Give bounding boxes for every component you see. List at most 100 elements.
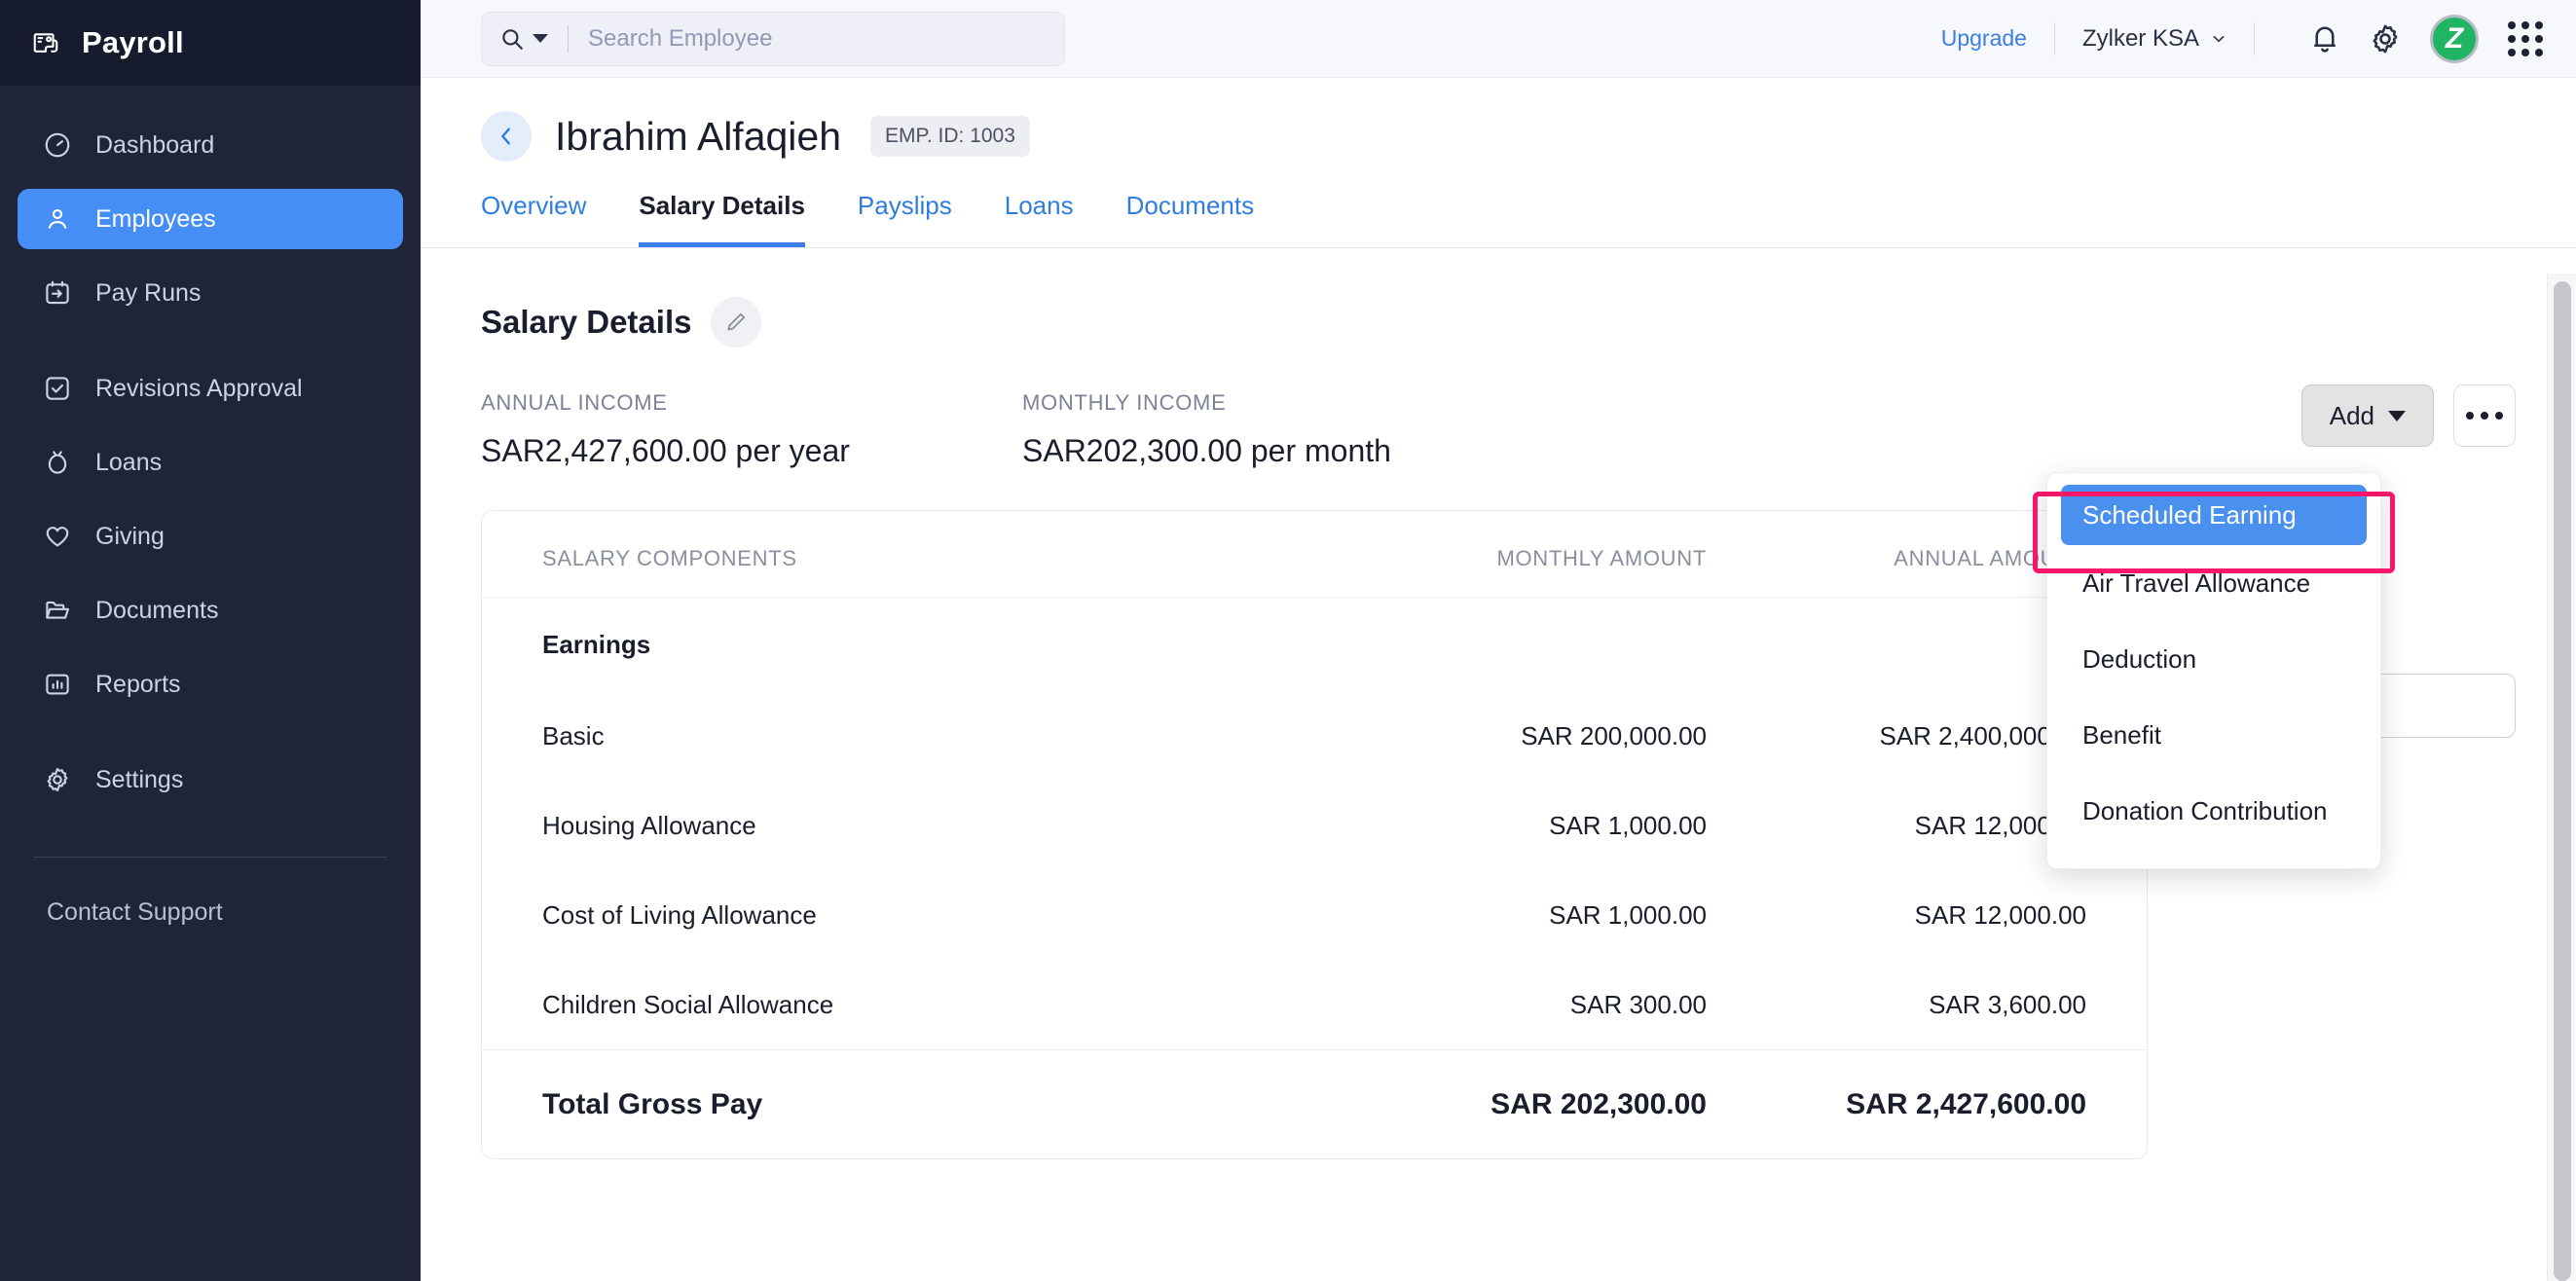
gear-icon[interactable] bbox=[2368, 21, 2403, 56]
annual-income-value: SAR2,427,600.00 per year bbox=[481, 433, 1022, 469]
apps-grid-icon[interactable] bbox=[2508, 21, 2543, 56]
sidebar-brand[interactable]: Payroll bbox=[0, 0, 421, 86]
sidebar-item-loans[interactable]: Loans bbox=[18, 432, 403, 493]
sidebar-spacer bbox=[0, 337, 421, 358]
sidebar-item-settings[interactable]: Settings bbox=[18, 750, 403, 810]
back-button[interactable] bbox=[481, 111, 532, 162]
heart-icon bbox=[41, 520, 74, 553]
sidebar-item-label: Reports bbox=[95, 671, 181, 699]
ellipsis-icon bbox=[2466, 412, 2474, 420]
sidebar-item-label: Dashboard bbox=[95, 131, 214, 160]
caret-down-icon bbox=[2388, 411, 2406, 421]
monthly-income-label: MONTHLY INCOME bbox=[1022, 390, 1391, 416]
income-summary: ANNUAL INCOME SAR2,427,600.00 per year M… bbox=[481, 390, 2516, 469]
row-monthly: SAR 1,000.00 bbox=[1327, 900, 1707, 931]
scrollbar-thumb[interactable] bbox=[2554, 281, 2571, 1281]
sidebar-item-employees[interactable]: Employees bbox=[18, 189, 403, 249]
sidebar: Payroll Dashboard Employees Pay Runs bbox=[0, 0, 421, 1281]
sidebar-item-giving[interactable]: Giving bbox=[18, 506, 403, 567]
content-area: Salary Details ANNUAL INCOME SAR2,427,60… bbox=[421, 248, 2576, 1281]
row-annual: SAR 3,600.00 bbox=[1707, 990, 2086, 1020]
menu-item-air-travel-allowance[interactable]: Air Travel Allowance bbox=[2047, 545, 2380, 621]
sidebar-item-reports[interactable]: Reports bbox=[18, 654, 403, 714]
app-root: Payroll Dashboard Employees Pay Runs bbox=[0, 0, 2576, 1281]
page-actions: Add bbox=[2301, 384, 2516, 447]
tab-bar: Overview Salary Details Payslips Loans D… bbox=[481, 191, 2516, 247]
row-component: Basic bbox=[542, 721, 1327, 751]
calendar-arrow-icon bbox=[41, 276, 74, 310]
search-input[interactable]: Search Employee bbox=[481, 12, 1065, 66]
menu-item-donation-contribution[interactable]: Donation Contribution bbox=[2047, 773, 2380, 849]
salary-components-table: SALARY COMPONENTS MONTHLY AMOUNT ANNUAL … bbox=[481, 510, 2148, 1159]
table-row[interactable]: Children Social Allowance SAR 300.00 SAR… bbox=[482, 960, 2147, 1049]
monthly-income-block: MONTHLY INCOME SAR202,300.00 per month bbox=[1022, 390, 1391, 469]
avatar[interactable]: Z bbox=[2430, 15, 2479, 63]
topbar-divider-2 bbox=[2254, 22, 2255, 55]
bell-icon[interactable] bbox=[2307, 21, 2342, 56]
section-title: Salary Details bbox=[481, 304, 691, 341]
sidebar-item-dashboard[interactable]: Dashboard bbox=[18, 115, 403, 175]
annual-income-block: ANNUAL INCOME SAR2,427,600.00 per year bbox=[481, 390, 1022, 469]
row-annual: SAR 2,400,000.00 bbox=[1707, 721, 2086, 751]
folder-icon bbox=[41, 594, 74, 627]
tab-loans[interactable]: Loans bbox=[1005, 191, 1074, 247]
pencil-icon bbox=[723, 310, 749, 335]
contact-support-link[interactable]: Contact Support bbox=[0, 858, 421, 927]
search-divider bbox=[568, 25, 569, 53]
section-header: Salary Details bbox=[481, 297, 2516, 348]
org-name-label: Zylker KSA bbox=[2082, 25, 2199, 53]
chevron-left-icon bbox=[496, 126, 517, 147]
payroll-card-icon bbox=[29, 26, 62, 59]
tab-payslips[interactable]: Payslips bbox=[858, 191, 952, 247]
gear-icon bbox=[41, 763, 74, 796]
user-icon bbox=[41, 202, 74, 236]
sidebar-item-documents[interactable]: Documents bbox=[18, 580, 403, 640]
org-switcher[interactable]: Zylker KSA bbox=[2082, 25, 2226, 53]
sidebar-item-pay-runs[interactable]: Pay Runs bbox=[18, 263, 403, 323]
page-title: Ibrahim Alfaqieh bbox=[555, 114, 841, 160]
topbar-divider-1 bbox=[2054, 22, 2055, 55]
gauge-icon bbox=[41, 128, 74, 162]
monthly-income-value: SAR202,300.00 per month bbox=[1022, 433, 1391, 469]
sidebar-item-label: Pay Runs bbox=[95, 279, 201, 308]
table-row[interactable]: Cost of Living Allowance SAR 1,000.00 SA… bbox=[482, 870, 2147, 960]
sidebar-item-label: Giving bbox=[95, 523, 165, 551]
check-square-icon bbox=[41, 372, 74, 405]
title-row: Ibrahim Alfaqieh EMP. ID: 1003 bbox=[481, 111, 2516, 162]
upgrade-link[interactable]: Upgrade bbox=[1941, 25, 2027, 52]
search-scope-caret-icon[interactable] bbox=[533, 34, 548, 43]
table-row[interactable]: Housing Allowance SAR 1,000.00 SAR 12,00… bbox=[482, 781, 2147, 870]
money-bag-icon bbox=[41, 446, 74, 479]
sidebar-item-label: Settings bbox=[95, 766, 183, 794]
table-group-row: Earnings bbox=[482, 598, 2147, 691]
total-monthly: SAR 202,300.00 bbox=[1327, 1088, 1707, 1121]
annual-income-label: ANNUAL INCOME bbox=[481, 390, 1022, 416]
table-total-row: Total Gross Pay SAR 202,300.00 SAR 2,427… bbox=[482, 1049, 2147, 1158]
row-component: Housing Allowance bbox=[542, 811, 1327, 841]
table-row[interactable]: Basic SAR 200,000.00 SAR 2,400,000.00 bbox=[482, 691, 2147, 781]
row-annual: SAR 12,000.00 bbox=[1707, 900, 2086, 931]
menu-item-scheduled-earning[interactable]: Scheduled Earning bbox=[2061, 485, 2367, 545]
search-icon bbox=[499, 26, 525, 52]
sidebar-item-revisions-approval[interactable]: Revisions Approval bbox=[18, 358, 403, 419]
search-placeholder: Search Employee bbox=[588, 25, 772, 53]
tab-overview[interactable]: Overview bbox=[481, 191, 586, 247]
add-button-label: Add bbox=[2330, 401, 2374, 431]
sidebar-item-label: Loans bbox=[95, 449, 162, 477]
main-area: Search Employee Upgrade Zylker KSA Z bbox=[421, 0, 2576, 1281]
employee-id-badge: EMP. ID: 1003 bbox=[870, 116, 1030, 157]
edit-salary-button[interactable] bbox=[711, 297, 761, 348]
tab-documents[interactable]: Documents bbox=[1126, 191, 1255, 247]
add-button[interactable]: Add bbox=[2301, 384, 2434, 447]
sidebar-item-label: Documents bbox=[95, 597, 218, 625]
more-options-button[interactable] bbox=[2453, 384, 2516, 447]
menu-item-deduction[interactable]: Deduction bbox=[2047, 621, 2380, 697]
column-header-annual: ANNUAL AMOUNT bbox=[1707, 546, 2086, 571]
vertical-scrollbar[interactable] bbox=[2547, 274, 2576, 1281]
table-header-row: SALARY COMPONENTS MONTHLY AMOUNT ANNUAL … bbox=[482, 511, 2147, 598]
total-annual: SAR 2,427,600.00 bbox=[1707, 1088, 2086, 1121]
tab-salary-details[interactable]: Salary Details bbox=[639, 191, 805, 247]
add-dropdown-menu: Scheduled Earning Air Travel Allowance D… bbox=[2046, 472, 2381, 869]
row-monthly: SAR 300.00 bbox=[1327, 990, 1707, 1020]
menu-item-benefit[interactable]: Benefit bbox=[2047, 697, 2380, 773]
